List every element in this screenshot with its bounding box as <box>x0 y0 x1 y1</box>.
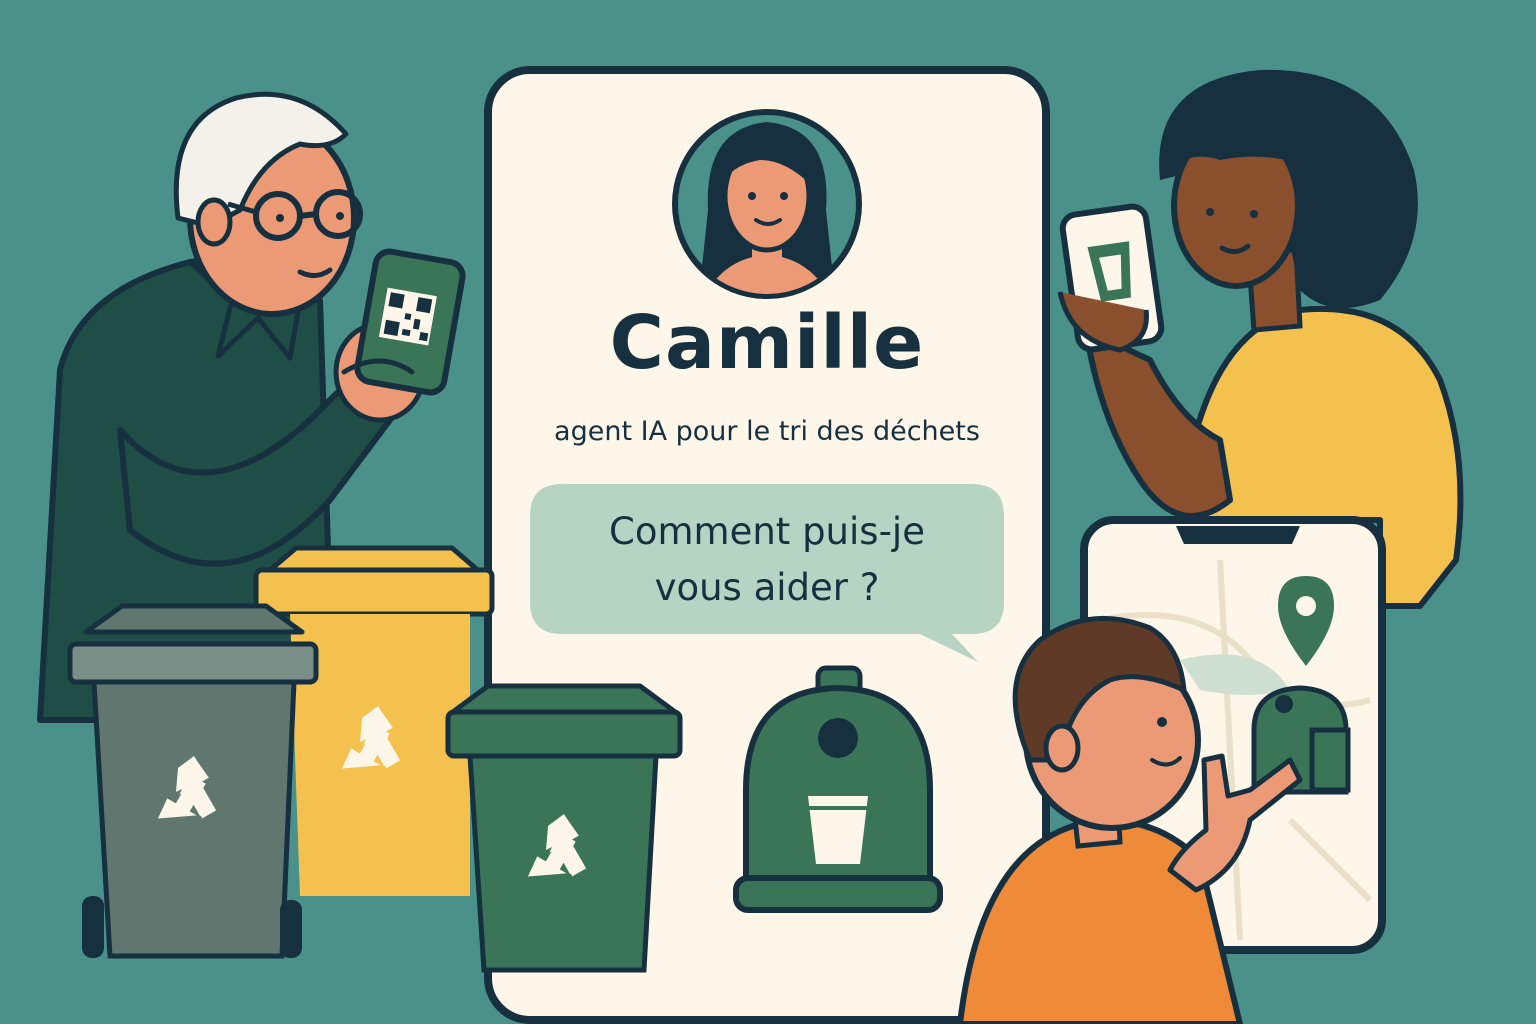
illustration-stage: Camille agent IA pour le tri des déchets… <box>0 0 1536 1024</box>
child-figure <box>957 615 1303 1024</box>
